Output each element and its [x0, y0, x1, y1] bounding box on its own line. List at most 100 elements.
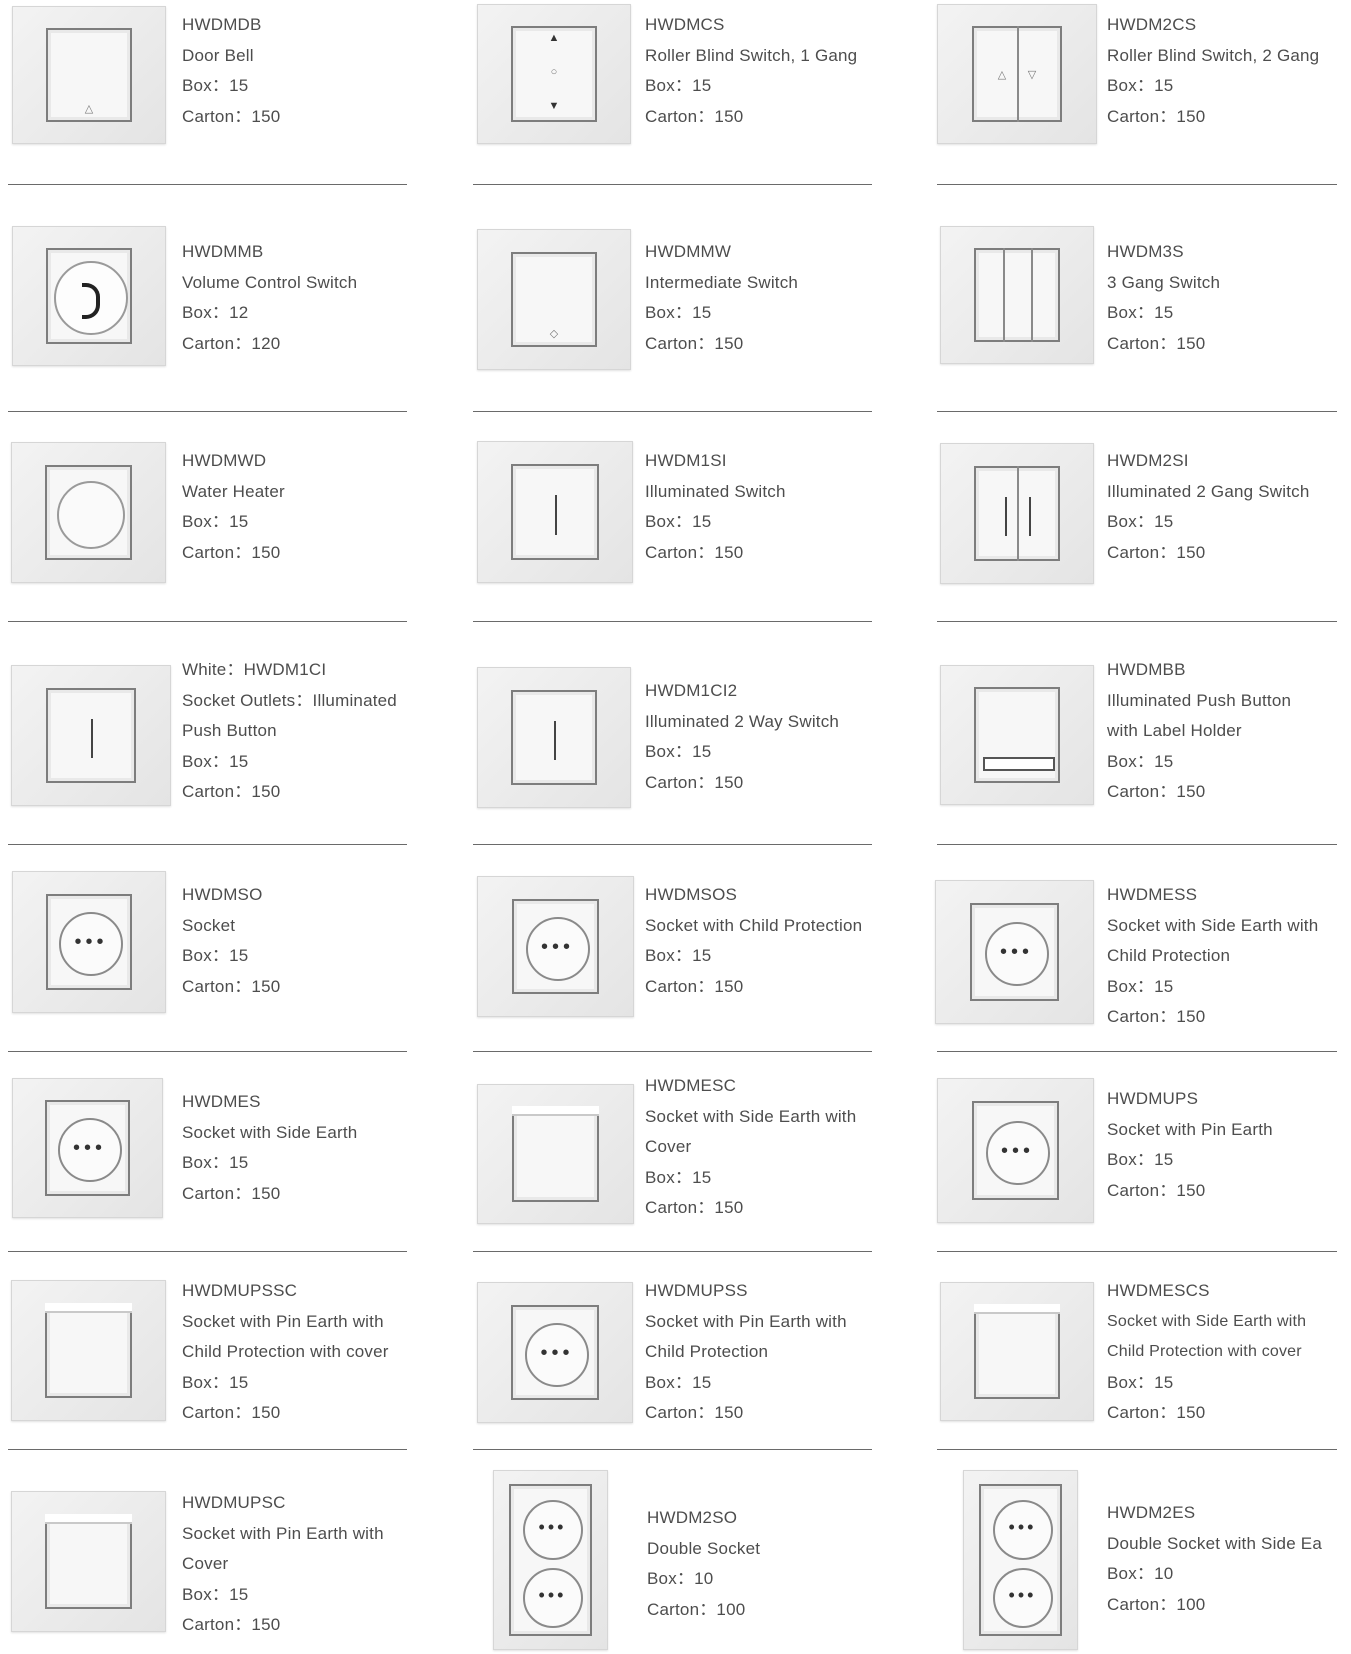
row-divider [473, 844, 872, 845]
side-earth-child-protection-socket-icon [935, 880, 1094, 1024]
product-name: Socket with Pin Earth [1107, 1119, 1273, 1139]
product-code: HWDM2CS [1107, 15, 1197, 34]
row-divider [937, 1051, 1337, 1052]
box-qty: Box：15 [182, 76, 249, 95]
product-code: HWDMESS [1107, 885, 1198, 904]
push-button-label-holder-icon [940, 665, 1094, 805]
box-qty: Box：15 [182, 1584, 249, 1604]
product-name: Illuminated 2 Way Switch [645, 711, 840, 731]
product-code: HWDM2ES [1107, 1503, 1196, 1522]
product-code: HWDMBB [1107, 660, 1186, 679]
product-name: Socket with Side Earth [182, 1122, 358, 1142]
box-qty: Box：15 [645, 512, 712, 531]
row-divider [8, 184, 407, 185]
product-name: Socket with Pin Earth with [182, 1523, 384, 1543]
box-qty: Box：15 [1107, 1372, 1174, 1392]
product-code: HWDMESCS [1107, 1281, 1210, 1300]
product-name: Illuminated Switch [645, 481, 786, 501]
carton-qty: Carton：150 [182, 542, 281, 562]
product-code: HWDM1CI2 [645, 681, 738, 700]
socket-child-protection-icon [477, 876, 634, 1017]
box-qty: Box：15 [182, 1153, 249, 1172]
row-divider [473, 1251, 872, 1252]
carton-qty: Carton：100 [647, 1599, 746, 1619]
row-divider [8, 1449, 407, 1450]
carton-qty: Carton：150 [1107, 542, 1206, 562]
carton-qty: Carton：100 [1107, 1594, 1206, 1614]
product-code: HWDMUPSC [182, 1493, 286, 1512]
box-qty: Box：15 [182, 512, 249, 531]
product-code: White：HWDM1CI [182, 660, 327, 679]
double-socket-icon [493, 1470, 608, 1650]
pin-earth-socket-icon [937, 1078, 1094, 1223]
product-name: Socket with Pin Earth with [645, 1311, 847, 1331]
carton-qty: Carton：150 [182, 976, 281, 996]
side-earth-child-cover-socket-icon [940, 1282, 1094, 1421]
box-qty: Box：15 [645, 76, 712, 95]
box-qty: Box：15 [645, 946, 712, 965]
product-name-line2: Child Protection [1107, 946, 1231, 965]
row-divider [937, 1449, 1337, 1450]
row-divider [8, 411, 407, 412]
carton-qty: Carton：150 [645, 542, 744, 562]
product-code: HWDMUPSS [645, 1281, 748, 1300]
carton-qty: Carton：150 [182, 782, 281, 801]
product-name: Socket [182, 915, 236, 935]
box-qty: Box：15 [1107, 512, 1174, 531]
three-gang-switch-icon [940, 226, 1094, 364]
carton-qty: Carton：150 [1107, 1180, 1206, 1200]
row-divider [8, 1251, 407, 1252]
pin-earth-child-cover-socket-icon [11, 1280, 166, 1421]
product-code: HWDMUPSSC [182, 1281, 298, 1300]
box-qty: Box：15 [645, 742, 712, 761]
box-qty: Box：10 [1107, 1564, 1174, 1583]
product-name-line2: Child Protection with cover [182, 1342, 389, 1361]
row-divider [937, 621, 1337, 622]
box-qty: Box：15 [1107, 76, 1174, 95]
pin-earth-cover-socket-icon [11, 1491, 166, 1632]
volume-control-dial-icon [12, 226, 166, 366]
product-code: HWDMUPS [1107, 1089, 1199, 1108]
row-divider [937, 411, 1337, 412]
carton-qty: Carton：150 [645, 1403, 744, 1422]
product-code: HWDMES [182, 1092, 261, 1111]
product-name: Illuminated 2 Gang Switch [1107, 481, 1310, 501]
carton-qty: Carton：150 [1107, 1007, 1206, 1026]
product-name-line2: with Label Holder [1107, 721, 1242, 740]
carton-qty: Carton：150 [645, 106, 744, 126]
carton-qty: Carton：150 [645, 1198, 744, 1217]
carton-qty: Carton：150 [645, 772, 744, 792]
product-name-line2: Cover [182, 1554, 229, 1573]
box-qty: Box：15 [182, 751, 249, 771]
box-qty: Box：15 [182, 1372, 249, 1392]
carton-qty: Carton：150 [1107, 333, 1206, 353]
product-name-line2: Child Protection with cover [1107, 1343, 1302, 1360]
product-name-line2: Child Protection [645, 1342, 769, 1361]
product-name: Intermediate Switch [645, 272, 799, 292]
illuminated-switch-icon [477, 441, 633, 583]
carton-qty: Carton：150 [182, 1615, 281, 1634]
box-qty: Box：15 [1107, 303, 1174, 322]
box-qty: Box：12 [182, 303, 249, 322]
product-name: Socket with Child Protection [645, 915, 863, 935]
double-side-earth-socket-icon [963, 1470, 1078, 1650]
roller-blind-1-gang-icon: ▲ ○ ▼ [477, 4, 631, 144]
product-code: HWDM1SI [645, 451, 727, 470]
box-qty: Box：15 [1107, 1150, 1174, 1169]
product-name: Water Heater [182, 481, 285, 501]
row-divider [473, 1051, 872, 1052]
product-name: Socket with Pin Earth with [182, 1311, 384, 1331]
product-name: Roller Blind Switch, 1 Gang [645, 45, 858, 65]
illuminated-push-button-icon [11, 665, 171, 806]
row-divider [473, 184, 872, 185]
product-code: HWDMMB [182, 242, 264, 261]
carton-qty: Carton：120 [182, 333, 281, 353]
row-divider [8, 1051, 407, 1052]
box-qty: Box：15 [645, 1372, 712, 1392]
product-name: Volume Control Switch [182, 272, 358, 292]
door-bell-icon: △ [12, 6, 166, 144]
carton-qty: Carton：150 [182, 106, 281, 126]
product-code: HWDM2SI [1107, 451, 1189, 470]
carton-qty: Carton：150 [182, 1403, 281, 1422]
box-qty: Box：15 [1107, 751, 1174, 771]
